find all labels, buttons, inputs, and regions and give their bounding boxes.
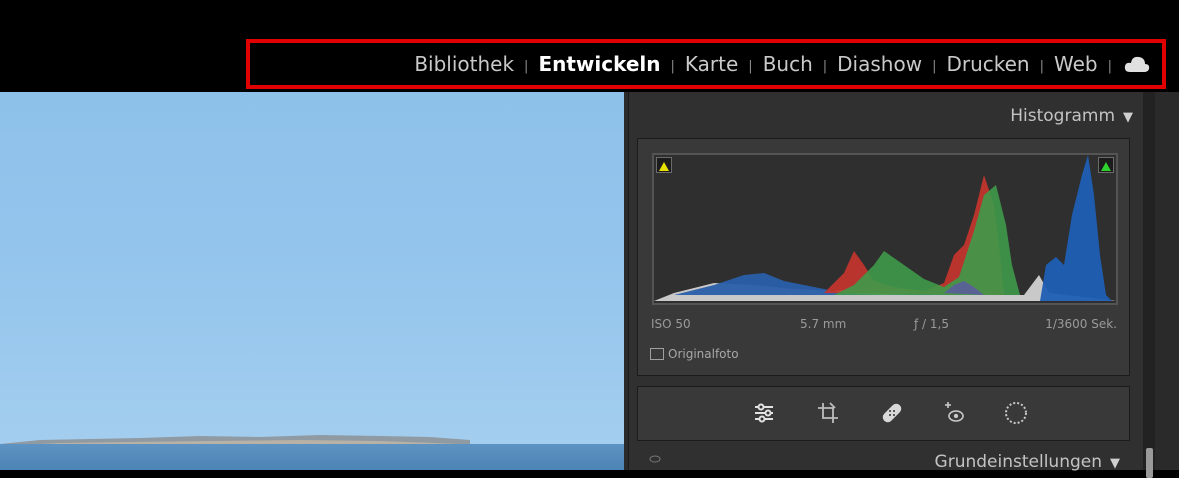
- cloud-icon[interactable]: [1124, 54, 1150, 74]
- module-karte[interactable]: Karte: [685, 52, 738, 76]
- scrollbar-track[interactable]: [1143, 92, 1155, 470]
- histogram-graph[interactable]: [652, 153, 1118, 305]
- separator: |: [932, 58, 937, 74]
- sliders-icon[interactable]: [750, 399, 778, 427]
- original-photo-label: Originalfoto: [668, 347, 739, 361]
- collapse-triangle-icon[interactable]: ▼: [1110, 456, 1120, 471]
- tool-strip: [637, 386, 1130, 441]
- module-web[interactable]: Web: [1054, 52, 1098, 76]
- iso-value: ISO 50: [651, 317, 691, 331]
- checkbox[interactable]: [650, 348, 664, 360]
- module-drucken[interactable]: Drucken: [946, 52, 1029, 76]
- grundeinstellungen-title: Grundeinstellungen: [934, 452, 1102, 472]
- histogram-panel: ISO 50 5.7 mm ƒ / 1,5 1/3600 Sek. Origin…: [637, 138, 1130, 376]
- separator: |: [1107, 58, 1112, 74]
- module-picker: Bibliothek | Entwickeln | Karte | Buch |…: [246, 39, 1166, 89]
- top-bar: Bibliothek | Entwickeln | Karte | Buch |…: [0, 0, 1179, 92]
- aperture: ƒ / 1,5: [914, 317, 949, 331]
- panel-content: Histogramm ▼ ISO 50 5.7 mm ƒ / 1,5 1/360…: [628, 92, 1143, 472]
- sea: [0, 444, 624, 470]
- histogram-curves: [654, 155, 1116, 301]
- right-panel: Histogramm ▼ ISO 50 5.7 mm ƒ / 1,5 1/360…: [624, 92, 1179, 478]
- crop-icon[interactable]: [814, 399, 842, 427]
- module-bibliothek[interactable]: Bibliothek: [414, 52, 514, 76]
- eye-icon[interactable]: [649, 454, 661, 464]
- histogram-header[interactable]: Histogramm ▼: [1010, 106, 1133, 126]
- healing-icon[interactable]: [878, 399, 906, 427]
- highlight-clipping-indicator[interactable]: [1098, 157, 1114, 173]
- shadow-clipping-indicator[interactable]: [656, 157, 672, 173]
- photo-preview[interactable]: [0, 92, 624, 470]
- original-photo-toggle[interactable]: Originalfoto: [650, 347, 739, 361]
- scrollbar-thumb[interactable]: [1146, 448, 1153, 478]
- separator: |: [524, 58, 529, 74]
- redeye-icon[interactable]: [940, 399, 968, 427]
- separator: |: [670, 58, 675, 74]
- radial-mask-icon[interactable]: [1002, 399, 1030, 427]
- collapse-triangle-icon[interactable]: ▼: [1123, 110, 1133, 125]
- module-buch[interactable]: Buch: [763, 52, 813, 76]
- shutter-speed: 1/3600 Sek.: [1045, 317, 1117, 331]
- separator: |: [748, 58, 753, 74]
- focal-length: 5.7 mm: [800, 317, 847, 331]
- separator: |: [822, 58, 828, 74]
- histogram-title: Histogramm: [1010, 106, 1115, 126]
- grundeinstellungen-header[interactable]: Grundeinstellungen ▼: [637, 448, 1130, 472]
- module-entwickeln[interactable]: Entwickeln: [538, 52, 660, 76]
- module-diashow[interactable]: Diashow: [837, 52, 922, 76]
- separator: |: [1039, 58, 1044, 74]
